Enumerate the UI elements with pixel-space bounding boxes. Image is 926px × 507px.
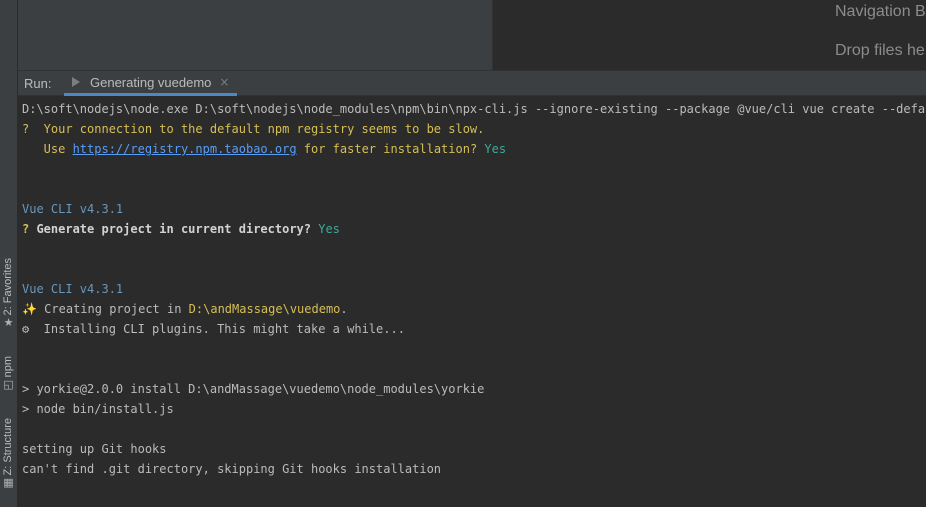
editor-area-left: [18, 0, 493, 70]
close-icon[interactable]: ×: [219, 75, 229, 89]
drop-files-hint: Drop files here to open: [835, 42, 926, 59]
installing-text: Installing CLI plugins. This might take …: [29, 322, 405, 336]
console-line-generate-question: ? Generate project in current directory?…: [22, 220, 340, 240]
console-line-installing: ⚙ Installing CLI plugins. This might tak…: [22, 320, 405, 340]
structure-tab-label: Z: Structure: [2, 418, 14, 476]
star-icon: ★: [3, 315, 14, 329]
answer-yes-2: Yes: [311, 222, 340, 236]
npm-tab-label: npm: [2, 356, 14, 378]
console-line-vue-cli-version-2: Vue CLI v4.3.1: [22, 282, 124, 296]
favorites-tab-label: 2: Favorites: [2, 258, 14, 316]
console-line-use-registry: Use https://registry.npm.taobao.org for …: [22, 140, 506, 160]
use-suffix: for faster installation?: [296, 142, 485, 156]
use-prefix: Use: [22, 142, 73, 156]
left-tool-stripe: ★ 2: Favorites ◱ npm ▦ Z: Structure: [0, 0, 18, 507]
console-line-cant-find-git: can't find .git directory, skipping Git …: [22, 462, 442, 476]
console-output[interactable]: D:\soft\nodejs\node.exe D:\soft\nodejs\n…: [22, 100, 926, 500]
console-line-creating-project: ✨ Creating project in D:\andMassage\vued…: [22, 300, 348, 320]
structure-tool-tab[interactable]: ▦ Z: Structure: [0, 418, 17, 489]
console-line-git-hooks: setting up Git hooks: [22, 442, 167, 456]
generate-question-text: Generate project in current directory?: [36, 222, 311, 236]
console-line-slow-warning: ? Your connection to the default npm reg…: [22, 122, 485, 136]
editor-empty-area: Navigation Bar is Alt+Home Drop files he…: [493, 0, 926, 70]
run-tool-window-header: Run: Generating vuedemo ×: [18, 70, 926, 96]
npm-tool-tab[interactable]: ◱ npm: [0, 356, 17, 391]
answer-yes: Yes: [484, 142, 507, 156]
play-icon: [72, 77, 80, 87]
sparkles-icon: ✨: [22, 302, 37, 316]
npm-icon: ◱: [3, 377, 14, 391]
run-tab-label: Generating vuedemo: [90, 74, 212, 90]
console-line-command: D:\soft\nodejs\node.exe D:\soft\nodejs\n…: [22, 102, 926, 116]
favorites-tool-tab[interactable]: ★ 2: Favorites: [0, 258, 17, 329]
question-mark: ?: [22, 222, 37, 236]
creating-suffix: .: [340, 302, 348, 316]
registry-link[interactable]: https://registry.npm.taobao.org: [73, 142, 297, 156]
run-label: Run:: [24, 76, 52, 91]
structure-icon: ▦: [3, 475, 14, 489]
run-tab-generating-vuedemo[interactable]: Generating vuedemo ×: [64, 71, 238, 96]
console-line-yorkie-install: > yorkie@2.0.0 install D:\andMassage\vue…: [22, 382, 485, 396]
console-line-vue-cli-version: Vue CLI v4.3.1: [22, 202, 124, 216]
console-line-node-install: > node bin/install.js: [22, 402, 174, 416]
creating-prefix: Creating project in: [36, 302, 189, 316]
navigation-hint: Navigation Bar is Alt+Home: [835, 3, 926, 20]
creating-path: D:\andMassage\vuedemo: [188, 302, 341, 316]
